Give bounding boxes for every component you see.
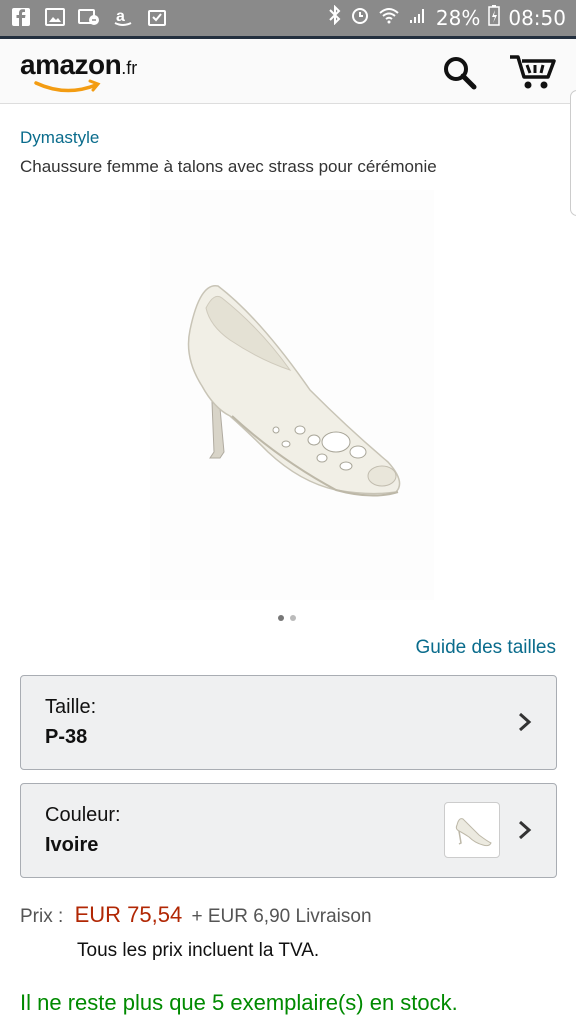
- search-icon: [444, 57, 477, 90]
- size-label: Taille:: [45, 696, 97, 718]
- system-indicators: 28% 08:50: [328, 4, 566, 31]
- pagination-dot[interactable]: [290, 615, 296, 621]
- facebook-icon: [10, 6, 32, 28]
- logo-suffix: .fr: [121, 58, 138, 78]
- wifi-icon: [378, 5, 400, 30]
- cart-icon: [510, 55, 556, 89]
- price-row: Prix : EUR 75,54 + EUR 6,90 Livraison: [20, 902, 372, 928]
- color-selector[interactable]: Couleur: Ivoire: [20, 783, 557, 878]
- photo-icon: [78, 6, 100, 28]
- brand-link[interactable]: Dymastyle: [20, 128, 99, 148]
- alarm-icon: [350, 5, 370, 30]
- amazon-logo[interactable]: amazon.fr: [20, 49, 160, 95]
- battery-icon: [488, 4, 501, 31]
- clock: 08:50: [508, 5, 566, 30]
- svg-text:a: a: [116, 8, 125, 25]
- cart-button[interactable]: [508, 51, 558, 91]
- size-value: P-38: [45, 726, 88, 748]
- shipping-cost: + EUR 6,90 Livraison: [191, 906, 372, 927]
- size-selector[interactable]: Taille: P-38: [20, 675, 557, 770]
- amazon-icon: a: [112, 6, 134, 28]
- product-image[interactable]: [150, 190, 434, 600]
- color-swatch-thumbnail[interactable]: [444, 802, 500, 858]
- bluetooth-icon: [328, 4, 342, 30]
- clipboard-icon: [146, 6, 168, 28]
- app-header: amazon.fr: [0, 36, 576, 104]
- color-value: Ivoire: [45, 834, 99, 856]
- search-button[interactable]: [440, 53, 480, 93]
- side-scroll-tab[interactable]: [570, 90, 576, 216]
- battery-percent: 28%: [435, 5, 481, 30]
- chevron-right-icon: [519, 712, 532, 732]
- price-label: Prix :: [20, 906, 64, 927]
- notification-icons: a: [10, 6, 168, 28]
- status-bar: a 28% 08:50: [0, 0, 576, 36]
- tax-note: Tous les prix incluent la TVA.: [77, 940, 320, 961]
- logo-smile-icon: [34, 79, 101, 93]
- shoe-thumbnail-icon: [455, 818, 492, 847]
- gallery-icon: [44, 6, 66, 28]
- pagination-dot-active[interactable]: [278, 615, 284, 621]
- product-title: Chaussure femme à talons avec strass pou…: [20, 157, 437, 176]
- signal-icon: [408, 5, 428, 30]
- stock-message: Il ne reste plus que 5 exemplaire(s) en …: [20, 990, 458, 1015]
- chevron-right-icon: [519, 820, 532, 840]
- logo-text: amazon: [20, 49, 122, 80]
- size-guide-link[interactable]: Guide des tailles: [416, 637, 556, 659]
- image-pagination: [278, 615, 296, 621]
- price-value: EUR 75,54: [74, 902, 183, 927]
- color-label: Couleur:: [45, 804, 121, 826]
